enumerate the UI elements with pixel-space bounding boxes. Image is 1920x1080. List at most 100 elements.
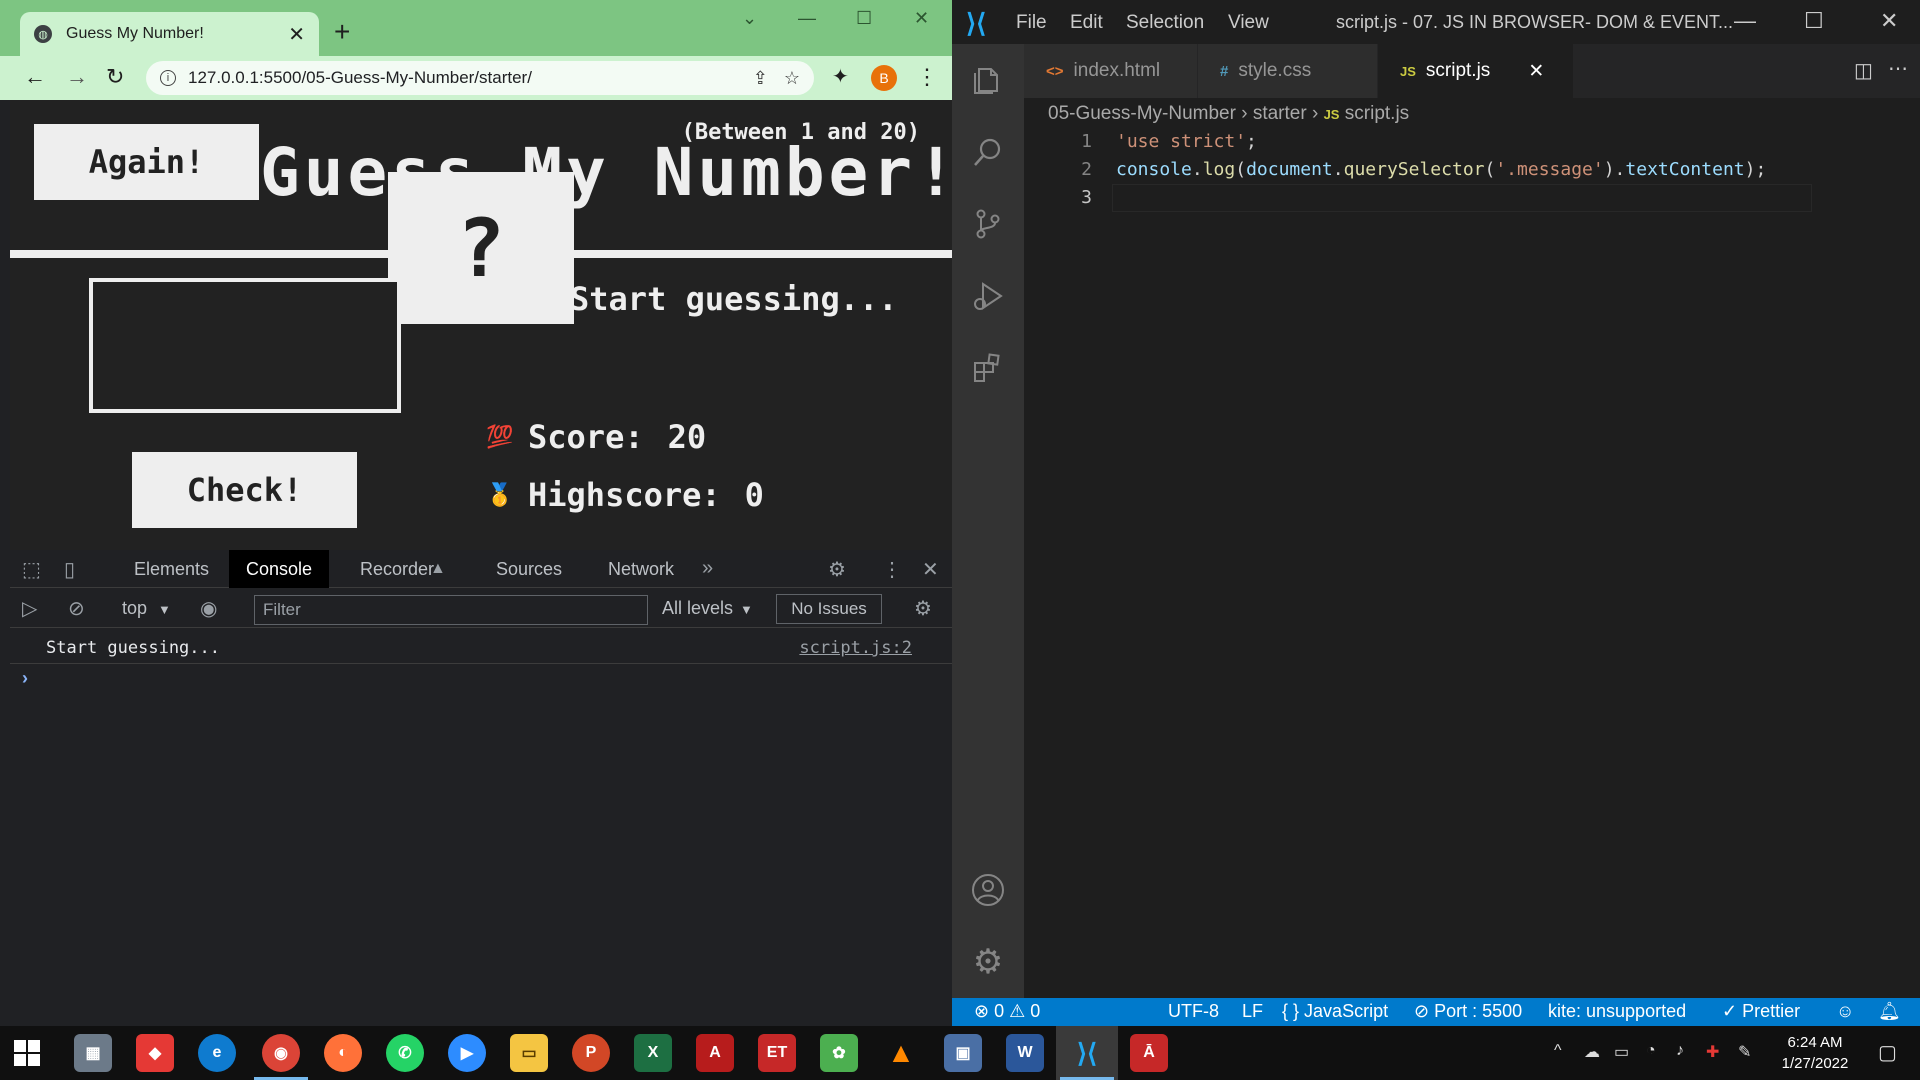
accounts-icon[interactable] bbox=[952, 854, 1024, 926]
minimize-icon[interactable]: — bbox=[798, 8, 816, 29]
url-text[interactable]: 127.0.0.1:5500/05-Guess-My-Number/starte… bbox=[188, 68, 737, 88]
tab-network[interactable]: Network bbox=[591, 550, 691, 588]
notifications-icon[interactable]: ▢ bbox=[1878, 1040, 1897, 1065]
breadcrumb-folder[interactable]: starter bbox=[1253, 103, 1307, 124]
onedrive-cloud-icon[interactable]: ☁ bbox=[1584, 1042, 1600, 1062]
excel-app-icon[interactable]: X bbox=[634, 1034, 672, 1072]
minimize-icon[interactable]: — bbox=[1734, 8, 1756, 34]
close-window-icon[interactable]: ✕ bbox=[914, 8, 929, 29]
inspect-icon[interactable]: ⬚ bbox=[22, 557, 41, 582]
back-icon[interactable]: ← bbox=[24, 64, 46, 90]
filter-input[interactable]: Filter bbox=[254, 595, 648, 625]
volume-icon[interactable]: ♪ bbox=[1676, 1042, 1684, 1060]
context-select[interactable]: top bbox=[122, 598, 147, 619]
menu-dots-icon[interactable]: ⋮ bbox=[916, 64, 938, 90]
forward-icon[interactable]: → bbox=[66, 64, 88, 90]
zoom-app-icon[interactable]: ▶ bbox=[448, 1034, 486, 1072]
green-app-icon[interactable]: ✿ bbox=[820, 1034, 858, 1072]
chevron-up-icon[interactable]: ^ bbox=[1554, 1042, 1562, 1060]
kite-status[interactable]: kite: unsupported bbox=[1548, 1001, 1686, 1022]
file-explorer-app-icon[interactable]: ▭ bbox=[510, 1034, 548, 1072]
prettier-status[interactable]: ✓ Prettier bbox=[1722, 1001, 1800, 1022]
maximize-icon[interactable]: ☐ bbox=[856, 8, 872, 29]
acrobat-reader-app-icon[interactable]: A bbox=[696, 1034, 734, 1072]
windows-start-icon[interactable] bbox=[14, 1040, 40, 1066]
feedback-icon[interactable]: ☺ bbox=[1836, 1001, 1854, 1022]
issues-button[interactable]: No Issues bbox=[776, 594, 882, 624]
extensions-icon[interactable] bbox=[952, 332, 1024, 404]
menu-edit[interactable]: Edit bbox=[1070, 12, 1103, 34]
chevron-down-icon[interactable]: ▼ bbox=[158, 602, 171, 617]
settings-gear-icon[interactable]: ⚙ bbox=[828, 557, 846, 582]
tab-elements[interactable]: Elements bbox=[117, 550, 226, 588]
console-prompt[interactable]: › bbox=[22, 668, 28, 689]
bookmark-star-icon[interactable]: ☆ bbox=[784, 68, 800, 89]
pen-icon[interactable]: ✎ bbox=[1738, 1042, 1751, 1062]
system-clock[interactable]: 6:24 AM 1/27/2022 bbox=[1770, 1032, 1860, 1074]
breadcrumb-folder[interactable]: 05-Guess-My-Number bbox=[1048, 103, 1236, 124]
language-mode[interactable]: { } JavaScript bbox=[1282, 1001, 1388, 1022]
more-options-icon[interactable]: ⋮ bbox=[882, 557, 902, 582]
address-bar[interactable]: i 127.0.0.1:5500/05-Guess-My-Number/star… bbox=[146, 61, 814, 95]
firefox-app-icon[interactable]: ◐ bbox=[324, 1034, 362, 1072]
eye-icon[interactable]: ◉ bbox=[200, 596, 217, 621]
tab-index-html[interactable]: <> index.html bbox=[1024, 44, 1198, 98]
file-manager-app-icon[interactable]: ▦ bbox=[74, 1034, 112, 1072]
levels-select[interactable]: All levels bbox=[662, 598, 733, 619]
again-button[interactable]: Again! bbox=[34, 124, 259, 200]
levels-chevron-icon[interactable]: ▼ bbox=[740, 602, 753, 617]
reload-icon[interactable]: ↻ bbox=[106, 64, 124, 90]
maximize-icon[interactable]: ☐ bbox=[1804, 8, 1824, 34]
notifications-bell-icon[interactable]: 🔔︎ bbox=[1878, 1001, 1901, 1022]
tab-script-js[interactable]: JS script.js ✕ bbox=[1378, 44, 1574, 98]
close-devtools-icon[interactable]: ✕ bbox=[922, 557, 939, 582]
problems-indicator[interactable]: ⊗ 0 ⚠ 0 bbox=[974, 1001, 1040, 1022]
check-button[interactable]: Check! bbox=[132, 452, 357, 528]
acrobat-app-icon[interactable]: Ā bbox=[1130, 1034, 1168, 1072]
console-source-link[interactable]: script.js:2 bbox=[799, 638, 912, 658]
close-tab-icon[interactable]: ✕ bbox=[1528, 60, 1544, 83]
close-tab-icon[interactable]: ✕ bbox=[288, 22, 305, 47]
tab-style-css[interactable]: # style.css bbox=[1198, 44, 1378, 98]
share-icon[interactable]: ⇪ bbox=[753, 68, 768, 89]
sidebar-toggle-icon[interactable]: ▷ bbox=[22, 596, 37, 621]
explorer-icon[interactable] bbox=[952, 44, 1024, 116]
antivirus-icon[interactable]: ✚ bbox=[1706, 1042, 1719, 1062]
menu-view[interactable]: View bbox=[1228, 12, 1269, 34]
device-toolbar-icon[interactable]: ▯ bbox=[64, 557, 75, 582]
manage-gear-icon[interactable]: ⚙ bbox=[952, 926, 1024, 998]
chrome-tab[interactable]: ◍ Guess My Number! ✕ bbox=[20, 12, 319, 56]
menu-selection[interactable]: Selection bbox=[1126, 12, 1204, 34]
tab-console[interactable]: Console bbox=[229, 550, 330, 588]
line-ending[interactable]: LF bbox=[1242, 1001, 1263, 1022]
tab-sources[interactable]: Sources bbox=[479, 550, 579, 588]
et-app-icon[interactable]: ET bbox=[758, 1034, 796, 1072]
menu-file[interactable]: File bbox=[1016, 12, 1047, 34]
tab-search-icon[interactable]: ⌄ bbox=[742, 8, 757, 29]
edge-app-icon[interactable]: e bbox=[198, 1034, 236, 1072]
info-icon[interactable]: i bbox=[160, 70, 176, 86]
more-tabs-icon[interactable]: » bbox=[702, 557, 713, 580]
live-server-status[interactable]: ⊘ Port : 5500 bbox=[1414, 1001, 1522, 1022]
clear-console-icon[interactable]: ⊘ bbox=[68, 596, 85, 621]
vlc-app-icon[interactable]: ▲ bbox=[882, 1034, 920, 1072]
close-window-icon[interactable]: ✕ bbox=[1880, 8, 1898, 34]
anydesk-app-icon[interactable]: ◆ bbox=[136, 1034, 174, 1072]
battery-icon[interactable]: ▭ bbox=[1614, 1042, 1629, 1062]
new-tab-button[interactable]: + bbox=[334, 16, 350, 48]
more-actions-icon[interactable]: ⋯ bbox=[1888, 56, 1908, 81]
search-icon[interactable] bbox=[952, 116, 1024, 188]
encoding[interactable]: UTF-8 bbox=[1168, 1001, 1219, 1022]
powerpoint-app-icon[interactable]: P bbox=[572, 1034, 610, 1072]
remote-desktop-app-icon[interactable]: ▣ bbox=[944, 1034, 982, 1072]
guess-input[interactable] bbox=[89, 278, 401, 413]
extensions-icon[interactable]: ✦ bbox=[832, 64, 849, 89]
split-editor-icon[interactable]: ◫ bbox=[1854, 58, 1873, 83]
code-editor[interactable]: 1 'use strict'; 2 console.log(document.q… bbox=[1024, 128, 1920, 998]
source-control-icon[interactable] bbox=[952, 188, 1024, 260]
vscode-app-icon[interactable]: ⟩⟨ bbox=[1068, 1034, 1106, 1072]
profile-avatar[interactable]: B bbox=[871, 65, 897, 91]
console-settings-icon[interactable]: ⚙ bbox=[914, 596, 932, 621]
word-app-icon[interactable]: W bbox=[1006, 1034, 1044, 1072]
chrome-app-icon[interactable]: ◉ bbox=[262, 1034, 300, 1072]
